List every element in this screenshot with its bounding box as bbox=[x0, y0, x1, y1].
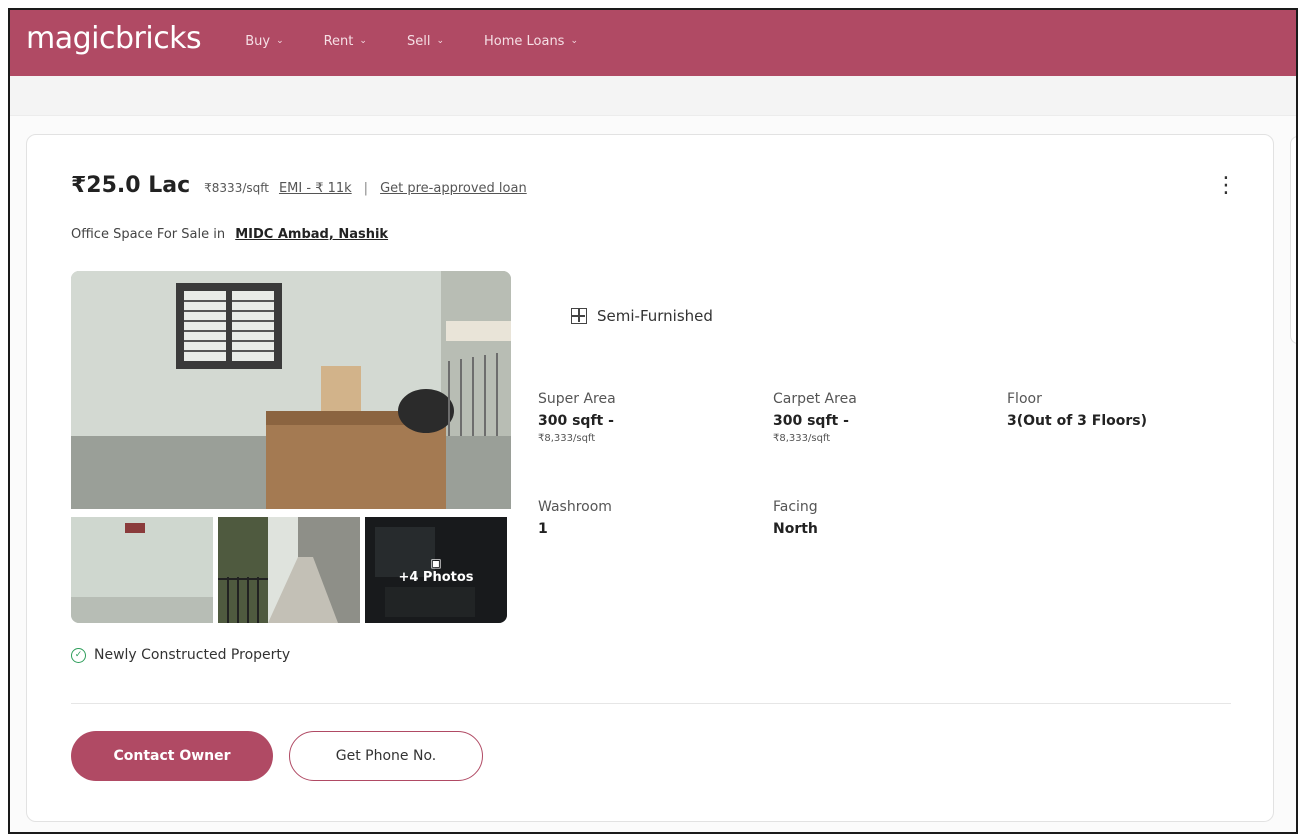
main-photo[interactable] bbox=[71, 271, 511, 509]
spec-value: 1 bbox=[538, 521, 548, 537]
price: ₹25.0 Lac bbox=[71, 173, 191, 198]
price-row: ₹25.0 Lac ₹8333/sqft EMI - ₹ 11k | Get p… bbox=[71, 173, 527, 198]
thumbnail-1[interactable] bbox=[71, 517, 213, 623]
spec-label: Washroom bbox=[538, 499, 612, 515]
spec-label: Facing bbox=[773, 499, 818, 515]
spec-washroom: Washroom 1 bbox=[538, 499, 612, 537]
spec-label: Floor bbox=[1007, 391, 1042, 407]
nav-item-buy[interactable]: Buy ⌄ bbox=[245, 34, 283, 49]
photo-thumbnails: ▣ +4 Photos bbox=[71, 517, 507, 623]
next-card-edge bbox=[1290, 136, 1296, 344]
chevron-down-icon: ⌄ bbox=[570, 36, 579, 46]
nav-item-label: Sell bbox=[406, 33, 431, 49]
emi-link[interactable]: EMI - ₹ 11k bbox=[279, 181, 352, 196]
logo[interactable]: magicbricks bbox=[26, 21, 202, 56]
sub-header-bar bbox=[10, 76, 1296, 116]
spec-super-area: Super Area 300 sqft - ₹8,333/sqft bbox=[538, 391, 616, 444]
office-photo bbox=[71, 271, 511, 509]
nav-item-label: Home Loans bbox=[483, 33, 565, 49]
more-photos-overlay[interactable]: ▣ +4 Photos bbox=[365, 517, 507, 623]
chevron-down-icon: ⌄ bbox=[359, 36, 367, 46]
price-per-sqft: ₹8333/sqft bbox=[204, 181, 269, 195]
furnishing-label: Semi-Furnished bbox=[597, 307, 713, 325]
spec-value: 300 sqft - bbox=[538, 413, 614, 429]
spec-floor: Floor 3(Out of 3 Floors) bbox=[1007, 391, 1147, 429]
chevron-down-icon: ⌄ bbox=[276, 36, 284, 46]
top-navigation: magicbricks Buy ⌄ Rent ⌄ Sell ⌄ Home Loa… bbox=[10, 10, 1296, 76]
spec-value: North bbox=[773, 521, 818, 537]
nav-item-sell[interactable]: Sell ⌄ bbox=[407, 34, 444, 49]
badge-label: Newly Constructed Property bbox=[94, 647, 291, 663]
separator: | bbox=[363, 181, 369, 196]
furnish-icon bbox=[571, 308, 587, 324]
spec-label: Carpet Area bbox=[773, 391, 857, 407]
nav-menu: Buy ⌄ Rent ⌄ Sell ⌄ Home Loans ⌄ bbox=[245, 34, 618, 49]
more-photos-label: +4 Photos bbox=[398, 569, 474, 585]
spec-label: Super Area bbox=[538, 391, 616, 407]
spec-carpet-area: Carpet Area 300 sqft - ₹8,333/sqft bbox=[773, 391, 857, 444]
subtitle-prefix: Office Space For Sale in bbox=[71, 227, 226, 242]
divider bbox=[71, 703, 1231, 704]
thumbnail-3[interactable]: ▣ +4 Photos bbox=[365, 517, 507, 623]
get-phone-button[interactable]: Get Phone No. bbox=[289, 731, 483, 781]
spec-sub: ₹8,333/sqft bbox=[773, 433, 831, 444]
furnishing-status: Semi-Furnished bbox=[571, 307, 713, 325]
spec-facing: Facing North bbox=[773, 499, 818, 537]
kebab-menu-icon[interactable]: ⋮ bbox=[1215, 175, 1237, 197]
nav-item-label: Rent bbox=[323, 33, 354, 49]
photo-icon: ▣ bbox=[430, 555, 442, 570]
check-circle-icon: ✓ bbox=[71, 647, 86, 663]
newly-constructed-badge: ✓ Newly Constructed Property bbox=[71, 647, 290, 663]
property-card[interactable]: ₹25.0 Lac ₹8333/sqft EMI - ₹ 11k | Get p… bbox=[26, 134, 1274, 822]
spec-sub: ₹8,333/sqft bbox=[538, 433, 596, 444]
browser-frame: magicbricks Buy ⌄ Rent ⌄ Sell ⌄ Home Loa… bbox=[8, 8, 1298, 834]
thumbnail-2[interactable] bbox=[218, 517, 360, 623]
nav-item-label: Buy bbox=[245, 33, 271, 49]
listing-subtitle: Office Space For Sale in MIDC Ambad, Nas… bbox=[71, 227, 388, 242]
spec-value: 300 sqft - bbox=[773, 413, 849, 429]
chevron-down-icon: ⌄ bbox=[436, 36, 444, 46]
contact-owner-button[interactable]: Contact Owner bbox=[71, 731, 273, 781]
nav-item-home-loans[interactable]: Home Loans ⌄ bbox=[484, 34, 578, 49]
spec-value: 3(Out of 3 Floors) bbox=[1007, 413, 1148, 429]
nav-item-rent[interactable]: Rent ⌄ bbox=[324, 34, 367, 49]
preapproved-loan-link[interactable]: Get pre-approved loan bbox=[380, 181, 527, 196]
location-link[interactable]: MIDC Ambad, Nashik bbox=[235, 227, 388, 242]
